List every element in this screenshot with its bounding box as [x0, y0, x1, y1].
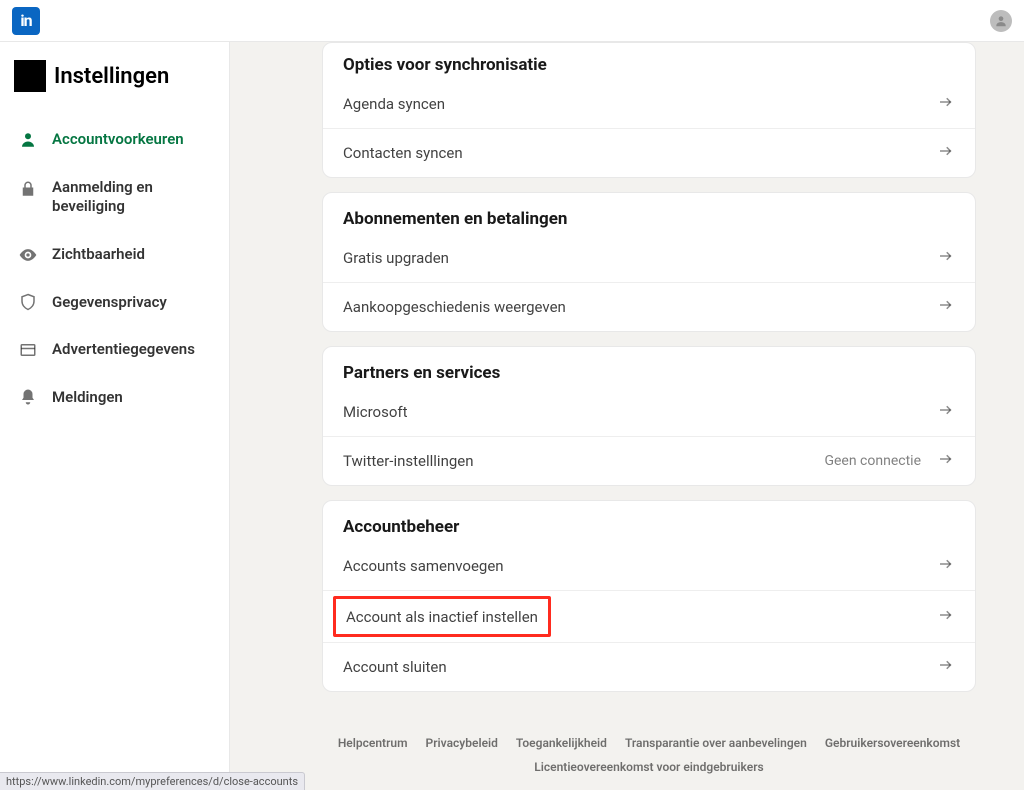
footer-link-toegankelijkheid[interactable]: Toegankelijkheid [516, 736, 607, 750]
sidebar-title-icon [14, 60, 46, 92]
arrow-right-icon [937, 142, 955, 164]
sidebar-item-label: Meldingen [52, 388, 123, 408]
card-header: Accountbeheer [323, 501, 975, 547]
row-account-inactief[interactable]: Account als inactief instellen [323, 590, 975, 642]
row-twitter[interactable]: Twitter-instelllingen Geen connectie [323, 436, 975, 485]
sidebar-item-zichtbaarheid[interactable]: Zichtbaarheid [12, 231, 217, 279]
row-label: Microsoft [343, 403, 408, 421]
sidebar-item-label: Zichtbaarheid [52, 245, 145, 265]
main-content: Opties voor synchronisatie Agenda syncen… [230, 42, 1024, 790]
topbar: in [0, 0, 1024, 42]
arrow-right-icon [937, 606, 955, 628]
ad-icon [18, 341, 38, 359]
arrow-right-icon [937, 401, 955, 423]
sidebar-item-advertentiegegevens[interactable]: Advertentiegegevens [12, 326, 217, 374]
person-icon [994, 14, 1008, 28]
avatar[interactable] [990, 10, 1012, 32]
row-label: Gratis upgraden [343, 249, 449, 267]
row-label: Twitter-instelllingen [343, 452, 474, 470]
lock-icon [18, 180, 38, 198]
arrow-right-icon [937, 656, 955, 678]
footer: Helpcentrum Privacybeleid Toegankelijkhe… [322, 706, 976, 790]
sidebar-item-label: Accountvoorkeuren [52, 130, 184, 150]
sidebar-title-row: Instellingen [12, 60, 217, 92]
footer-link-gebruikersovereenkomst[interactable]: Gebruikersovereenkomst [825, 736, 960, 750]
footer-links-row-1: Helpcentrum Privacybeleid Toegankelijkhe… [322, 736, 976, 750]
row-accounts-samenvoegen[interactable]: Accounts samenvoegen [323, 547, 975, 590]
row-agenda-syncen[interactable]: Agenda syncen [323, 85, 975, 128]
sidebar-item-label: Advertentiegegevens [52, 340, 195, 360]
sidebar-item-gegevensprivacy[interactable]: Gegevensprivacy [12, 279, 217, 327]
arrow-right-icon [937, 450, 955, 472]
shield-icon [18, 293, 38, 311]
row-label: Contacten syncen [343, 144, 463, 162]
row-contacten-syncen[interactable]: Contacten syncen [323, 128, 975, 177]
arrow-right-icon [937, 93, 955, 115]
row-label: Account sluiten [343, 658, 447, 676]
card-synchronisatie: Opties voor synchronisatie Agenda syncen… [322, 42, 976, 178]
person-icon [18, 131, 38, 149]
row-label: Aankoopgeschiedenis weergeven [343, 298, 566, 316]
arrow-right-icon [937, 247, 955, 269]
footer-link-licentie[interactable]: Licentieovereenkomst voor eindgebruikers [534, 760, 763, 774]
row-gratis-upgraden[interactable]: Gratis upgraden [323, 239, 975, 282]
footer-link-transparantie[interactable]: Transparantie over aanbevelingen [625, 736, 807, 750]
bell-icon [18, 388, 38, 406]
highlight-annotation: Account als inactief instellen [333, 596, 551, 637]
sidebar-item-label: Aanmelding en beveiliging [52, 178, 211, 217]
sidebar-item-label: Gegevensprivacy [52, 293, 167, 313]
card-accountbeheer: Accountbeheer Accounts samenvoegen Accou… [322, 500, 976, 692]
arrow-right-icon [937, 555, 955, 577]
arrow-right-icon [937, 296, 955, 318]
eye-icon [18, 245, 38, 265]
row-label: Accounts samenvoegen [343, 557, 504, 575]
row-status: Geen connectie [824, 453, 921, 469]
page-title: Instellingen [54, 64, 169, 89]
row-account-sluiten[interactable]: Account sluiten [323, 642, 975, 691]
sidebar-item-meldingen[interactable]: Meldingen [12, 374, 217, 422]
sidebar-item-aanmelding[interactable]: Aanmelding en beveiliging [12, 164, 217, 231]
footer-links-row-2: Licentieovereenkomst voor eindgebruikers [322, 760, 976, 774]
footer-link-helpcentrum[interactable]: Helpcentrum [338, 736, 408, 750]
row-microsoft[interactable]: Microsoft [323, 393, 975, 436]
sidebar-item-accountvoorkeuren[interactable]: Accountvoorkeuren [12, 116, 217, 164]
row-label: Agenda syncen [343, 95, 445, 113]
card-header: Abonnementen en betalingen [323, 193, 975, 239]
sidebar: Instellingen Accountvoorkeuren Aanmeldin… [0, 42, 230, 790]
card-partners: Partners en services Microsoft Twitter-i… [322, 346, 976, 486]
card-header: Partners en services [323, 347, 975, 393]
footer-link-privacybeleid[interactable]: Privacybeleid [426, 736, 498, 750]
card-header: Opties voor synchronisatie [323, 43, 975, 85]
row-aankoopgeschiedenis[interactable]: Aankoopgeschiedenis weergeven [323, 282, 975, 331]
row-label: Account als inactief instellen [346, 608, 538, 626]
linkedin-logo[interactable]: in [12, 7, 40, 35]
statusbar-url: https://www.linkedin.com/mypreferences/d… [0, 772, 305, 790]
card-abonnementen: Abonnementen en betalingen Gratis upgrad… [322, 192, 976, 332]
